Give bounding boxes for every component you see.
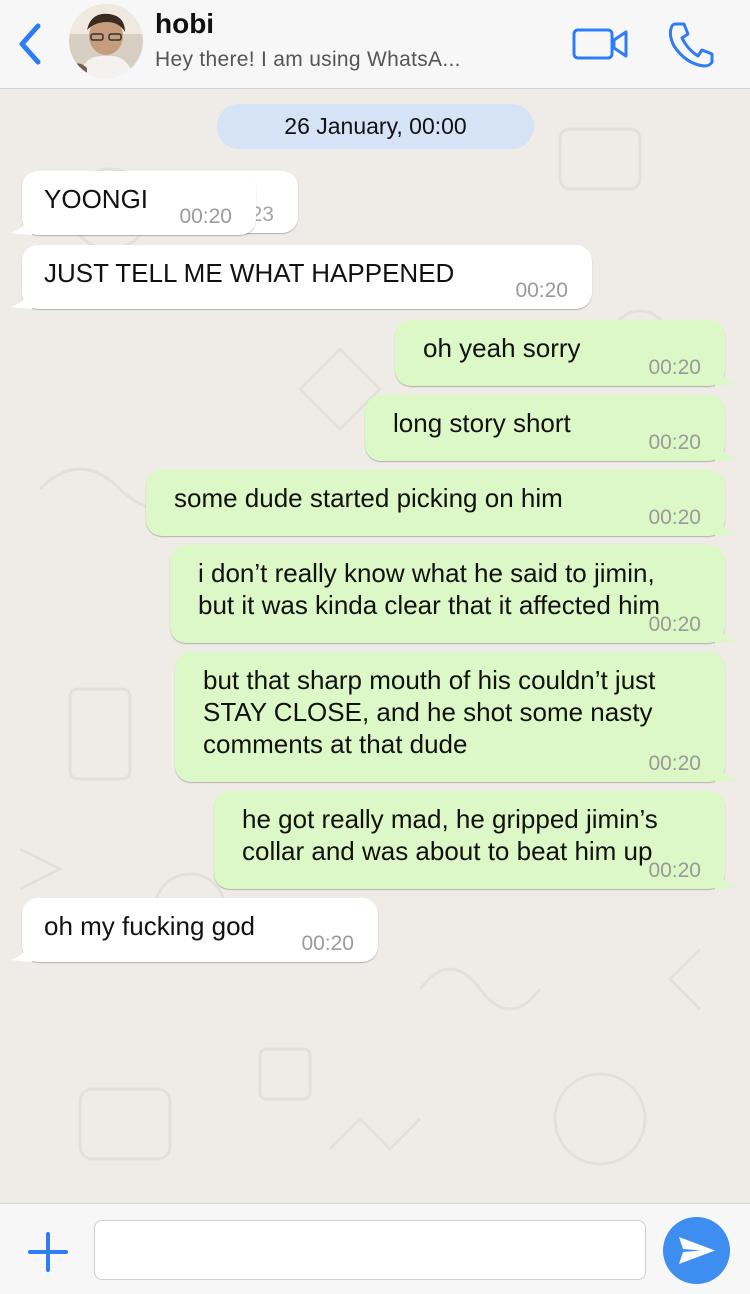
message-text: oh yeah sorry <box>423 333 581 363</box>
message-time: 00:20 <box>648 506 701 529</box>
message-outgoing[interactable]: but that sharp mouth of his couldn’t jus… <box>175 652 737 782</box>
bubble-tail <box>715 623 737 643</box>
message-text: long story short <box>393 408 571 438</box>
message-outgoing[interactable]: long story short 00:20 <box>365 395 737 461</box>
avatar[interactable] <box>69 4 143 78</box>
send-button[interactable] <box>663 1217 730 1284</box>
message-line: he got really mad, he gripped jimin’s <box>242 804 658 834</box>
message-time: 00:20 <box>301 932 354 955</box>
message-text: he got really mad, he gripped jimin’s co… <box>242 803 658 867</box>
message-outgoing[interactable]: he got really mad, he gripped jimin’s co… <box>214 791 737 889</box>
message-time: 00:20 <box>648 356 701 379</box>
message-incoming[interactable]: YOONGI 00:20 <box>10 171 256 235</box>
message-text: oh my fucking god <box>44 911 256 941</box>
attach-button[interactable] <box>26 1230 70 1274</box>
back-button[interactable] <box>12 20 48 68</box>
message-input[interactable] <box>94 1220 646 1280</box>
message-incoming[interactable]: JUST TELL ME WHAT HAPPENED 00:20 <box>10 245 592 309</box>
bubble-tail <box>715 441 737 461</box>
message-text: i don’t really know what he said to jimi… <box>198 557 660 621</box>
message-line: STAY CLOSE, and he shot some nasty <box>203 697 653 727</box>
video-camera-icon <box>572 28 628 60</box>
contact-status[interactable]: Hey there! I am using WhatsA... <box>155 48 495 72</box>
bubble-tail <box>715 366 737 386</box>
message-text: YOONGI <box>44 184 149 214</box>
chat-header: hobi Hey there! I am using WhatsA... <box>0 0 750 89</box>
bubble-tail <box>10 215 32 235</box>
message-text: but that sharp mouth of his couldn’t jus… <box>203 664 655 760</box>
message-outgoing[interactable]: oh yeah sorry 00:20 <box>395 320 737 386</box>
message-line: collar and was about to beat him up <box>242 836 653 866</box>
video-call-button[interactable] <box>570 24 630 64</box>
message-line: but that sharp mouth of his couldn’t jus… <box>203 665 656 695</box>
chat-area[interactable]: 26 January, 00:00 00:23 YOONGI 00:20 JUS… <box>0 89 750 1203</box>
plus-icon <box>28 1232 68 1272</box>
bubble-tail <box>715 516 737 536</box>
message-time: 00:20 <box>648 613 701 636</box>
bubble-tail <box>10 942 32 962</box>
phone-icon <box>668 22 714 68</box>
message-time: 00:20 <box>648 752 701 775</box>
message-incoming[interactable]: oh my fucking god 00:20 <box>10 898 378 962</box>
send-icon <box>679 1237 715 1264</box>
message-text: some dude started picking on him <box>174 483 563 513</box>
voice-call-button[interactable] <box>664 18 718 70</box>
message-text: JUST TELL ME WHAT HAPPENED <box>44 258 455 288</box>
bubble-tail <box>10 289 32 309</box>
date-separator: 26 January, 00:00 <box>217 104 534 149</box>
message-line: comments at that dude <box>203 729 468 759</box>
bubble-tail <box>715 762 737 782</box>
message-outgoing[interactable]: i don’t really know what he said to jimi… <box>170 545 737 643</box>
message-time: 00:20 <box>648 859 701 882</box>
message-outgoing[interactable]: some dude started picking on him 00:20 <box>146 470 737 536</box>
message-line: but it was kinda clear that it affected … <box>198 590 660 620</box>
message-time: 00:20 <box>179 205 232 228</box>
message-line: i don’t really know what he said to jimi… <box>198 558 655 588</box>
chevron-left-icon <box>19 23 41 65</box>
contact-name[interactable]: hobi <box>155 8 214 40</box>
message-time: 00:20 <box>648 431 701 454</box>
bubble-tail <box>715 869 737 889</box>
composer-bar <box>0 1203 750 1294</box>
message-time: 00:20 <box>515 279 568 302</box>
